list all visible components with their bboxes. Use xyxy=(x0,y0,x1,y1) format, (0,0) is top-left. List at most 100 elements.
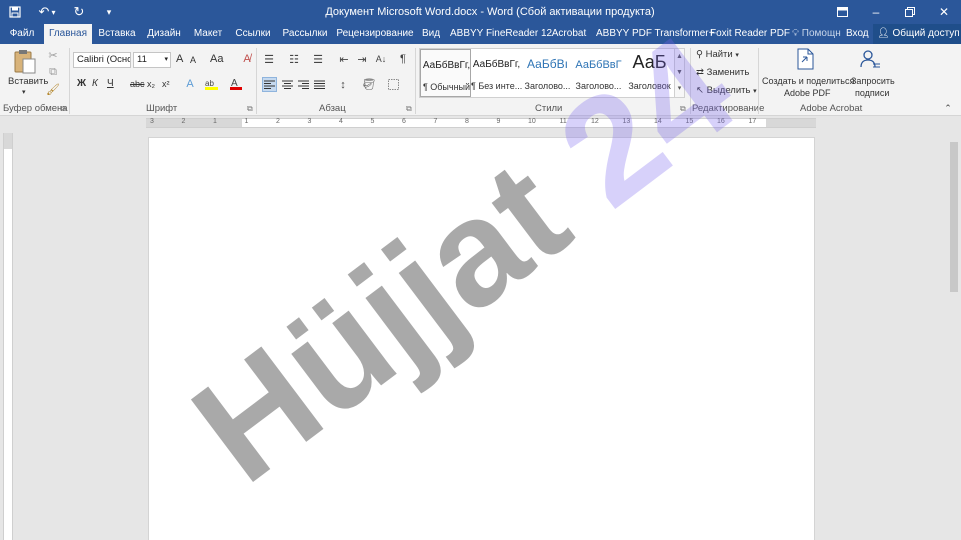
tab-acrobat[interactable]: Acrobat xyxy=(548,24,590,44)
collapse-ribbon-icon[interactable]: ⌃ xyxy=(942,102,954,114)
clipboard-launcher-icon[interactable]: ⧉ xyxy=(60,104,66,114)
tab-references[interactable]: Ссылки xyxy=(232,24,274,44)
sort-icon[interactable]: A↓ xyxy=(374,52,388,66)
align-right-icon[interactable] xyxy=(296,77,311,92)
group-font-label: Шрифт xyxy=(146,103,178,114)
scrollbar-thumb[interactable] xyxy=(950,142,958,292)
chevron-down-icon: ▾ xyxy=(164,56,168,63)
tab-file[interactable]: Файл xyxy=(4,24,40,44)
clear-formatting-icon[interactable]: A̸ xyxy=(240,52,254,66)
style-normal[interactable]: АаБбВвГг, ¶ Обычный xyxy=(420,49,471,97)
share-button[interactable]: 👤︎ Общий доступ xyxy=(873,24,961,44)
style-heading-2[interactable]: АаБбВвГ Заголово... xyxy=(573,49,624,97)
grow-font-button[interactable]: A xyxy=(176,53,183,65)
subscript-button[interactable]: x₂ xyxy=(147,79,155,89)
format-painter-icon[interactable]: 🖌︎ xyxy=(46,82,60,96)
signin-link[interactable]: Вход xyxy=(846,24,869,44)
paragraph-launcher-icon[interactable]: ⧉ xyxy=(406,104,412,114)
borders-icon[interactable] xyxy=(384,77,402,92)
chevron-down-icon[interactable]: ▼ xyxy=(675,65,684,81)
chevron-up-icon[interactable]: ▲ xyxy=(675,49,684,65)
ribbon-display-options-icon[interactable] xyxy=(825,0,859,24)
tab-home[interactable]: Главная xyxy=(44,24,92,44)
paste-label[interactable]: Вставить xyxy=(8,76,48,87)
tab-finereader[interactable]: ABBYY FineReader 12 xyxy=(450,24,552,44)
find-button[interactable]: ⚲ Найти ▾ xyxy=(696,49,739,60)
line-spacing-icon[interactable]: ↕ xyxy=(334,77,352,92)
style-heading-1[interactable]: АаБбВı Заголово... xyxy=(522,49,573,97)
ruler-number: 8 xyxy=(465,118,469,125)
lightbulb-icon: 💡︎ xyxy=(792,28,799,39)
create-pdf-icon[interactable] xyxy=(794,48,816,70)
numbering-icon[interactable]: ☷ xyxy=(285,52,303,66)
cut-icon[interactable]: ✂ xyxy=(46,48,60,62)
separator xyxy=(256,48,257,114)
ruler-number: 4 xyxy=(339,118,343,125)
document-page[interactable] xyxy=(148,137,815,540)
tab-pdf-transformer[interactable]: ABBYY PDF Transformer+ xyxy=(596,24,714,44)
font-name-combo[interactable]: Calibri (Осно xyxy=(73,52,131,68)
request-label-2[interactable]: подписи xyxy=(855,88,889,98)
bold-button[interactable]: Ж xyxy=(77,78,86,89)
title-bar: ↶ ▾ ↻ ▾ Документ Microsoft Word.docx - W… xyxy=(0,0,961,24)
more-styles-icon[interactable]: ▾ xyxy=(675,81,684,97)
align-center-icon[interactable] xyxy=(280,77,295,92)
highlight-icon[interactable]: ab xyxy=(204,77,220,91)
save-icon[interactable] xyxy=(0,0,30,24)
strikethrough-button[interactable]: abc xyxy=(130,79,145,89)
tell-me-search[interactable]: 💡︎ Помощн xyxy=(792,24,841,44)
styles-launcher-icon[interactable]: ⧉ xyxy=(680,104,686,114)
increase-indent-icon[interactable]: ⇥ xyxy=(354,52,370,66)
pilcrow-icon[interactable]: ¶ xyxy=(396,52,410,66)
redo-icon[interactable]: ↻ xyxy=(64,0,94,24)
decrease-indent-icon[interactable]: ⇤ xyxy=(336,52,352,66)
create-share-label-2[interactable]: Adobe PDF xyxy=(784,88,831,98)
bullets-icon[interactable]: ☰ xyxy=(260,52,278,66)
font-size-combo[interactable]: 11 ▾ xyxy=(133,52,171,68)
superscript-button[interactable]: x² xyxy=(162,79,170,89)
vertical-ruler[interactable] xyxy=(3,133,13,540)
underline-button[interactable]: Ч xyxy=(107,78,114,89)
chevron-down-icon: ▾ xyxy=(753,88,757,95)
replace-button[interactable]: ⇄ Заменить xyxy=(696,67,749,78)
tab-insert[interactable]: Вставка xyxy=(96,24,138,44)
person-icon: 👤︎ xyxy=(877,28,890,39)
separator xyxy=(69,48,70,114)
align-left-icon[interactable] xyxy=(262,77,277,92)
justify-icon[interactable] xyxy=(312,77,327,92)
text-effects-icon[interactable]: A xyxy=(182,77,198,91)
paste-dropdown-icon[interactable]: ▾ xyxy=(22,88,26,96)
request-signatures-icon[interactable] xyxy=(858,48,882,70)
request-label[interactable]: Запросить xyxy=(851,76,895,86)
styles-scroll[interactable]: ▲ ▼ ▾ xyxy=(675,48,685,98)
undo-icon[interactable]: ↶ ▾ xyxy=(30,0,64,24)
tab-layout[interactable]: Макет xyxy=(190,24,226,44)
copy-icon[interactable]: ⧉ xyxy=(46,65,60,79)
change-case-button[interactable]: Aa xyxy=(210,53,223,65)
font-color-icon[interactable]: A xyxy=(228,77,244,91)
vertical-scrollbar[interactable] xyxy=(947,132,961,540)
ruler-number: 12 xyxy=(591,118,599,125)
tab-review[interactable]: Рецензирование xyxy=(336,24,414,44)
select-button[interactable]: ↖ Выделить ▾ xyxy=(696,85,757,96)
customize-qat-icon[interactable]: ▾ xyxy=(94,0,124,24)
tab-design[interactable]: Дизайн xyxy=(144,24,184,44)
paste-icon[interactable] xyxy=(10,48,40,74)
tab-foxit[interactable]: Foxit Reader PDF xyxy=(710,24,790,44)
tab-mailings[interactable]: Рассылки xyxy=(280,24,330,44)
ruler-number: 2 xyxy=(181,118,186,125)
restore-icon[interactable] xyxy=(893,0,927,24)
tab-view[interactable]: Вид xyxy=(418,24,444,44)
style-title[interactable]: АаБ Заголовок xyxy=(624,49,675,97)
font-launcher-icon[interactable]: ⧉ xyxy=(247,104,253,114)
shrink-font-button[interactable]: A xyxy=(190,55,196,65)
multilevel-list-icon[interactable]: ☰ xyxy=(309,52,327,66)
ruler-number: 5 xyxy=(370,118,375,125)
close-icon[interactable]: ✕ xyxy=(927,0,961,24)
italic-button[interactable]: К xyxy=(92,78,98,89)
create-share-label[interactable]: Создать и поделиться xyxy=(762,76,854,86)
minimize-icon[interactable]: – xyxy=(859,0,893,24)
horizontal-ruler[interactable]: 3 2 1 1 2 3 4 5 6 7 8 9 10 11 12 13 14 15 16 17 xyxy=(146,118,816,128)
shading-icon[interactable]: 🪣︎ xyxy=(360,77,378,92)
style-no-spacing[interactable]: АаБбВвГг, ¶ Без инте... xyxy=(471,49,522,97)
